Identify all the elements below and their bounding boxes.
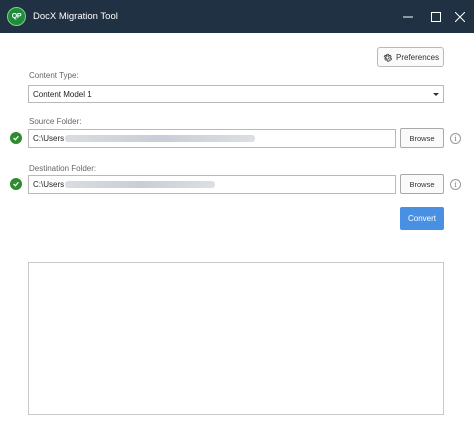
checkmark-icon bbox=[10, 178, 22, 190]
info-icon[interactable]: i bbox=[450, 179, 461, 190]
source-folder-value: C:\Users bbox=[33, 134, 65, 143]
checkmark-icon bbox=[10, 132, 22, 144]
destination-folder-input[interactable]: C:\Users bbox=[28, 175, 396, 194]
close-button[interactable] bbox=[446, 0, 474, 33]
info-icon[interactable]: i bbox=[450, 133, 461, 144]
destination-folder-label: Destination Folder: bbox=[29, 164, 97, 173]
preferences-button[interactable]: Preferences bbox=[377, 47, 444, 67]
maximize-icon bbox=[431, 11, 441, 22]
redacted-path bbox=[65, 135, 256, 142]
close-icon bbox=[455, 11, 465, 22]
app-logo-icon: QP bbox=[7, 7, 26, 26]
content-type-select[interactable]: Content Model 1 bbox=[28, 85, 444, 103]
minimize-button[interactable] bbox=[394, 0, 422, 33]
redacted-path bbox=[65, 181, 216, 188]
output-log-area[interactable] bbox=[28, 262, 444, 415]
main-panel: Preferences Content Type: Content Model … bbox=[0, 33, 474, 428]
source-browse-button[interactable]: Browse bbox=[400, 128, 444, 148]
minimize-icon bbox=[403, 16, 413, 17]
content-type-label: Content Type: bbox=[29, 71, 79, 80]
content-type-value: Content Model 1 bbox=[33, 89, 92, 99]
dropdown-caret-icon bbox=[433, 93, 439, 96]
source-folder-label: Source Folder: bbox=[29, 117, 82, 126]
gear-icon bbox=[383, 53, 393, 62]
title-bar: QP DocX Migration Tool bbox=[0, 0, 474, 33]
preferences-label: Preferences bbox=[396, 52, 440, 62]
source-folder-input[interactable]: C:\Users bbox=[28, 129, 396, 148]
destination-browse-button[interactable]: Browse bbox=[400, 174, 444, 194]
destination-folder-value: C:\Users bbox=[33, 180, 65, 189]
convert-button[interactable]: Convert bbox=[400, 207, 444, 230]
window-title: DocX Migration Tool bbox=[33, 11, 118, 22]
